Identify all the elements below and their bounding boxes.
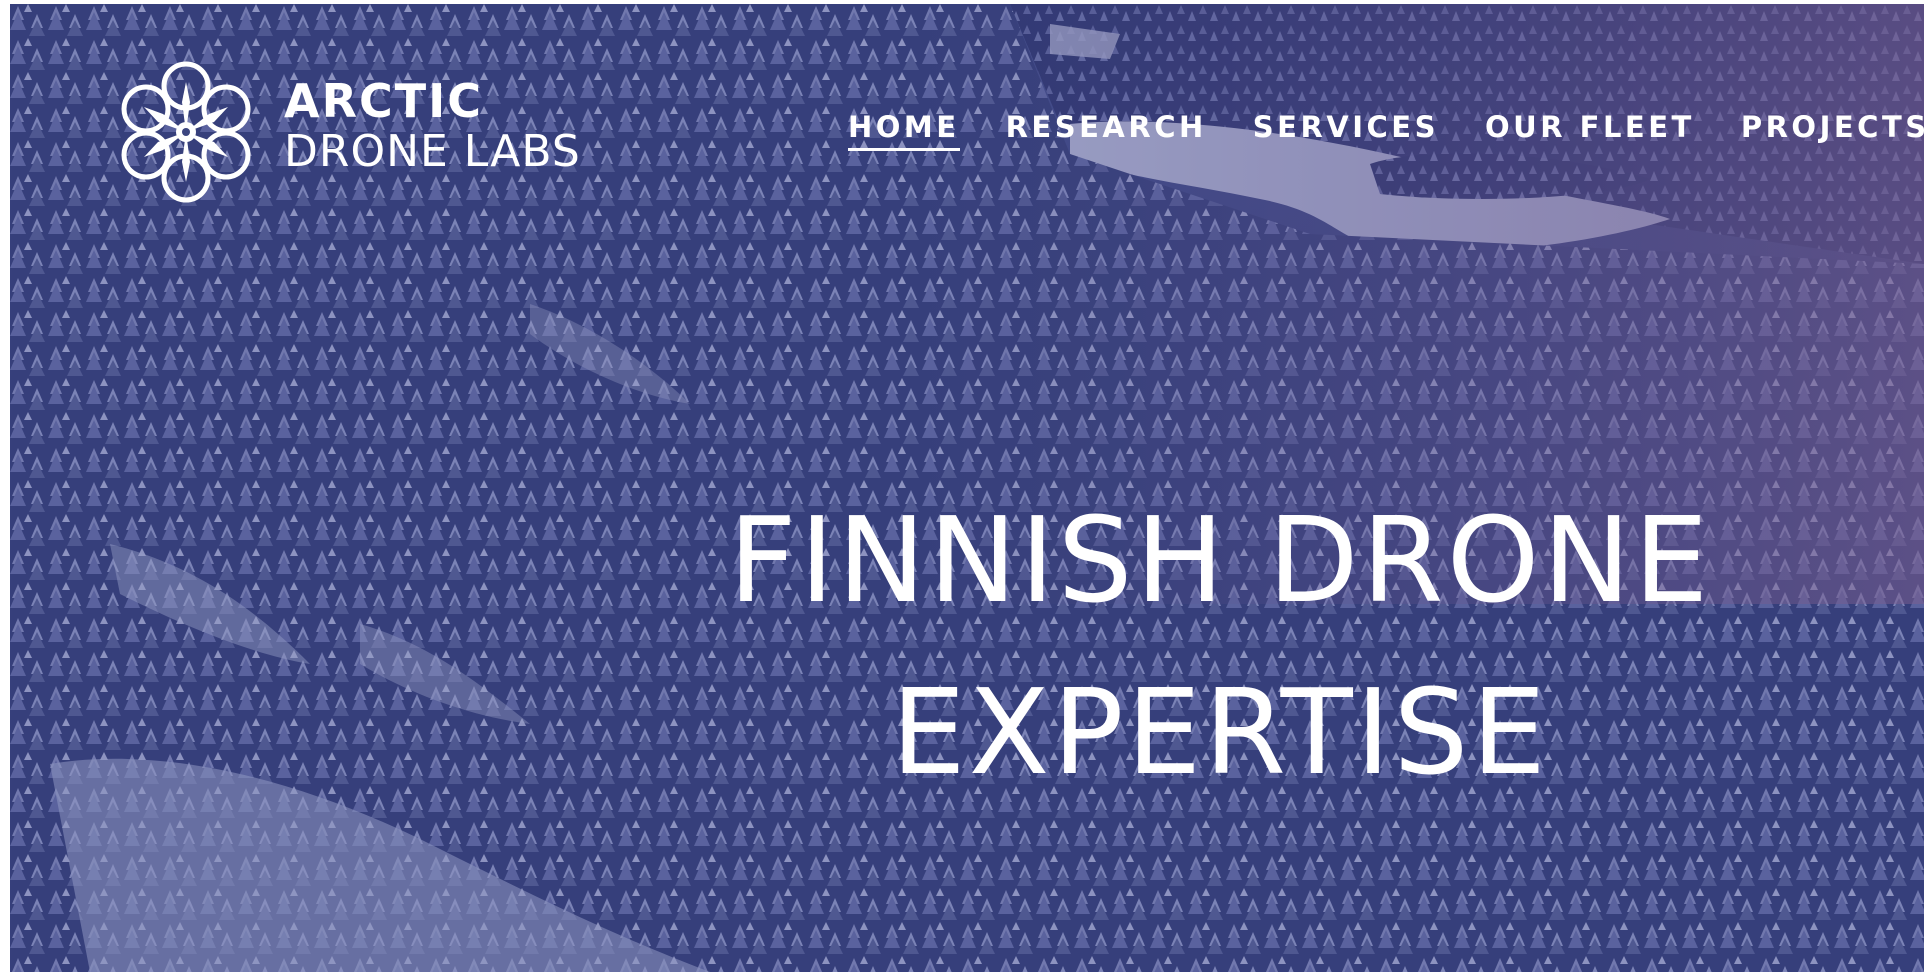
brand-logo[interactable]: ARCTIC DRONE LABS <box>106 52 646 212</box>
hero-headline: FINNISH DRONE EXPERTISE <box>610 474 1830 818</box>
drone-logo-icon <box>121 61 251 203</box>
brand-name-line1: ARCTIC <box>284 74 484 128</box>
nav-item-services[interactable]: SERVICES <box>1253 110 1439 151</box>
hero-headline-line1: FINNISH DRONE <box>728 491 1712 629</box>
hero-section: ARCTIC DRONE LABS HOME RESEARCH SERVICES… <box>10 4 1924 972</box>
nav-item-projects[interactable]: PROJECTS <box>1741 110 1924 151</box>
brand-name: ARCTIC DRONE LABS <box>284 78 581 174</box>
nav-item-research[interactable]: RESEARCH <box>1006 110 1207 151</box>
nav-item-our-fleet[interactable]: OUR FLEET <box>1485 110 1695 151</box>
brand-name-line2: DRONE LABS <box>284 126 581 177</box>
hero-headline-line2: EXPERTISE <box>891 663 1549 801</box>
nav-item-home[interactable]: HOME <box>848 110 960 151</box>
page: ARCTIC DRONE LABS HOME RESEARCH SERVICES… <box>0 0 1924 973</box>
main-nav: HOME RESEARCH SERVICES OUR FLEET PROJECT… <box>848 110 1924 151</box>
